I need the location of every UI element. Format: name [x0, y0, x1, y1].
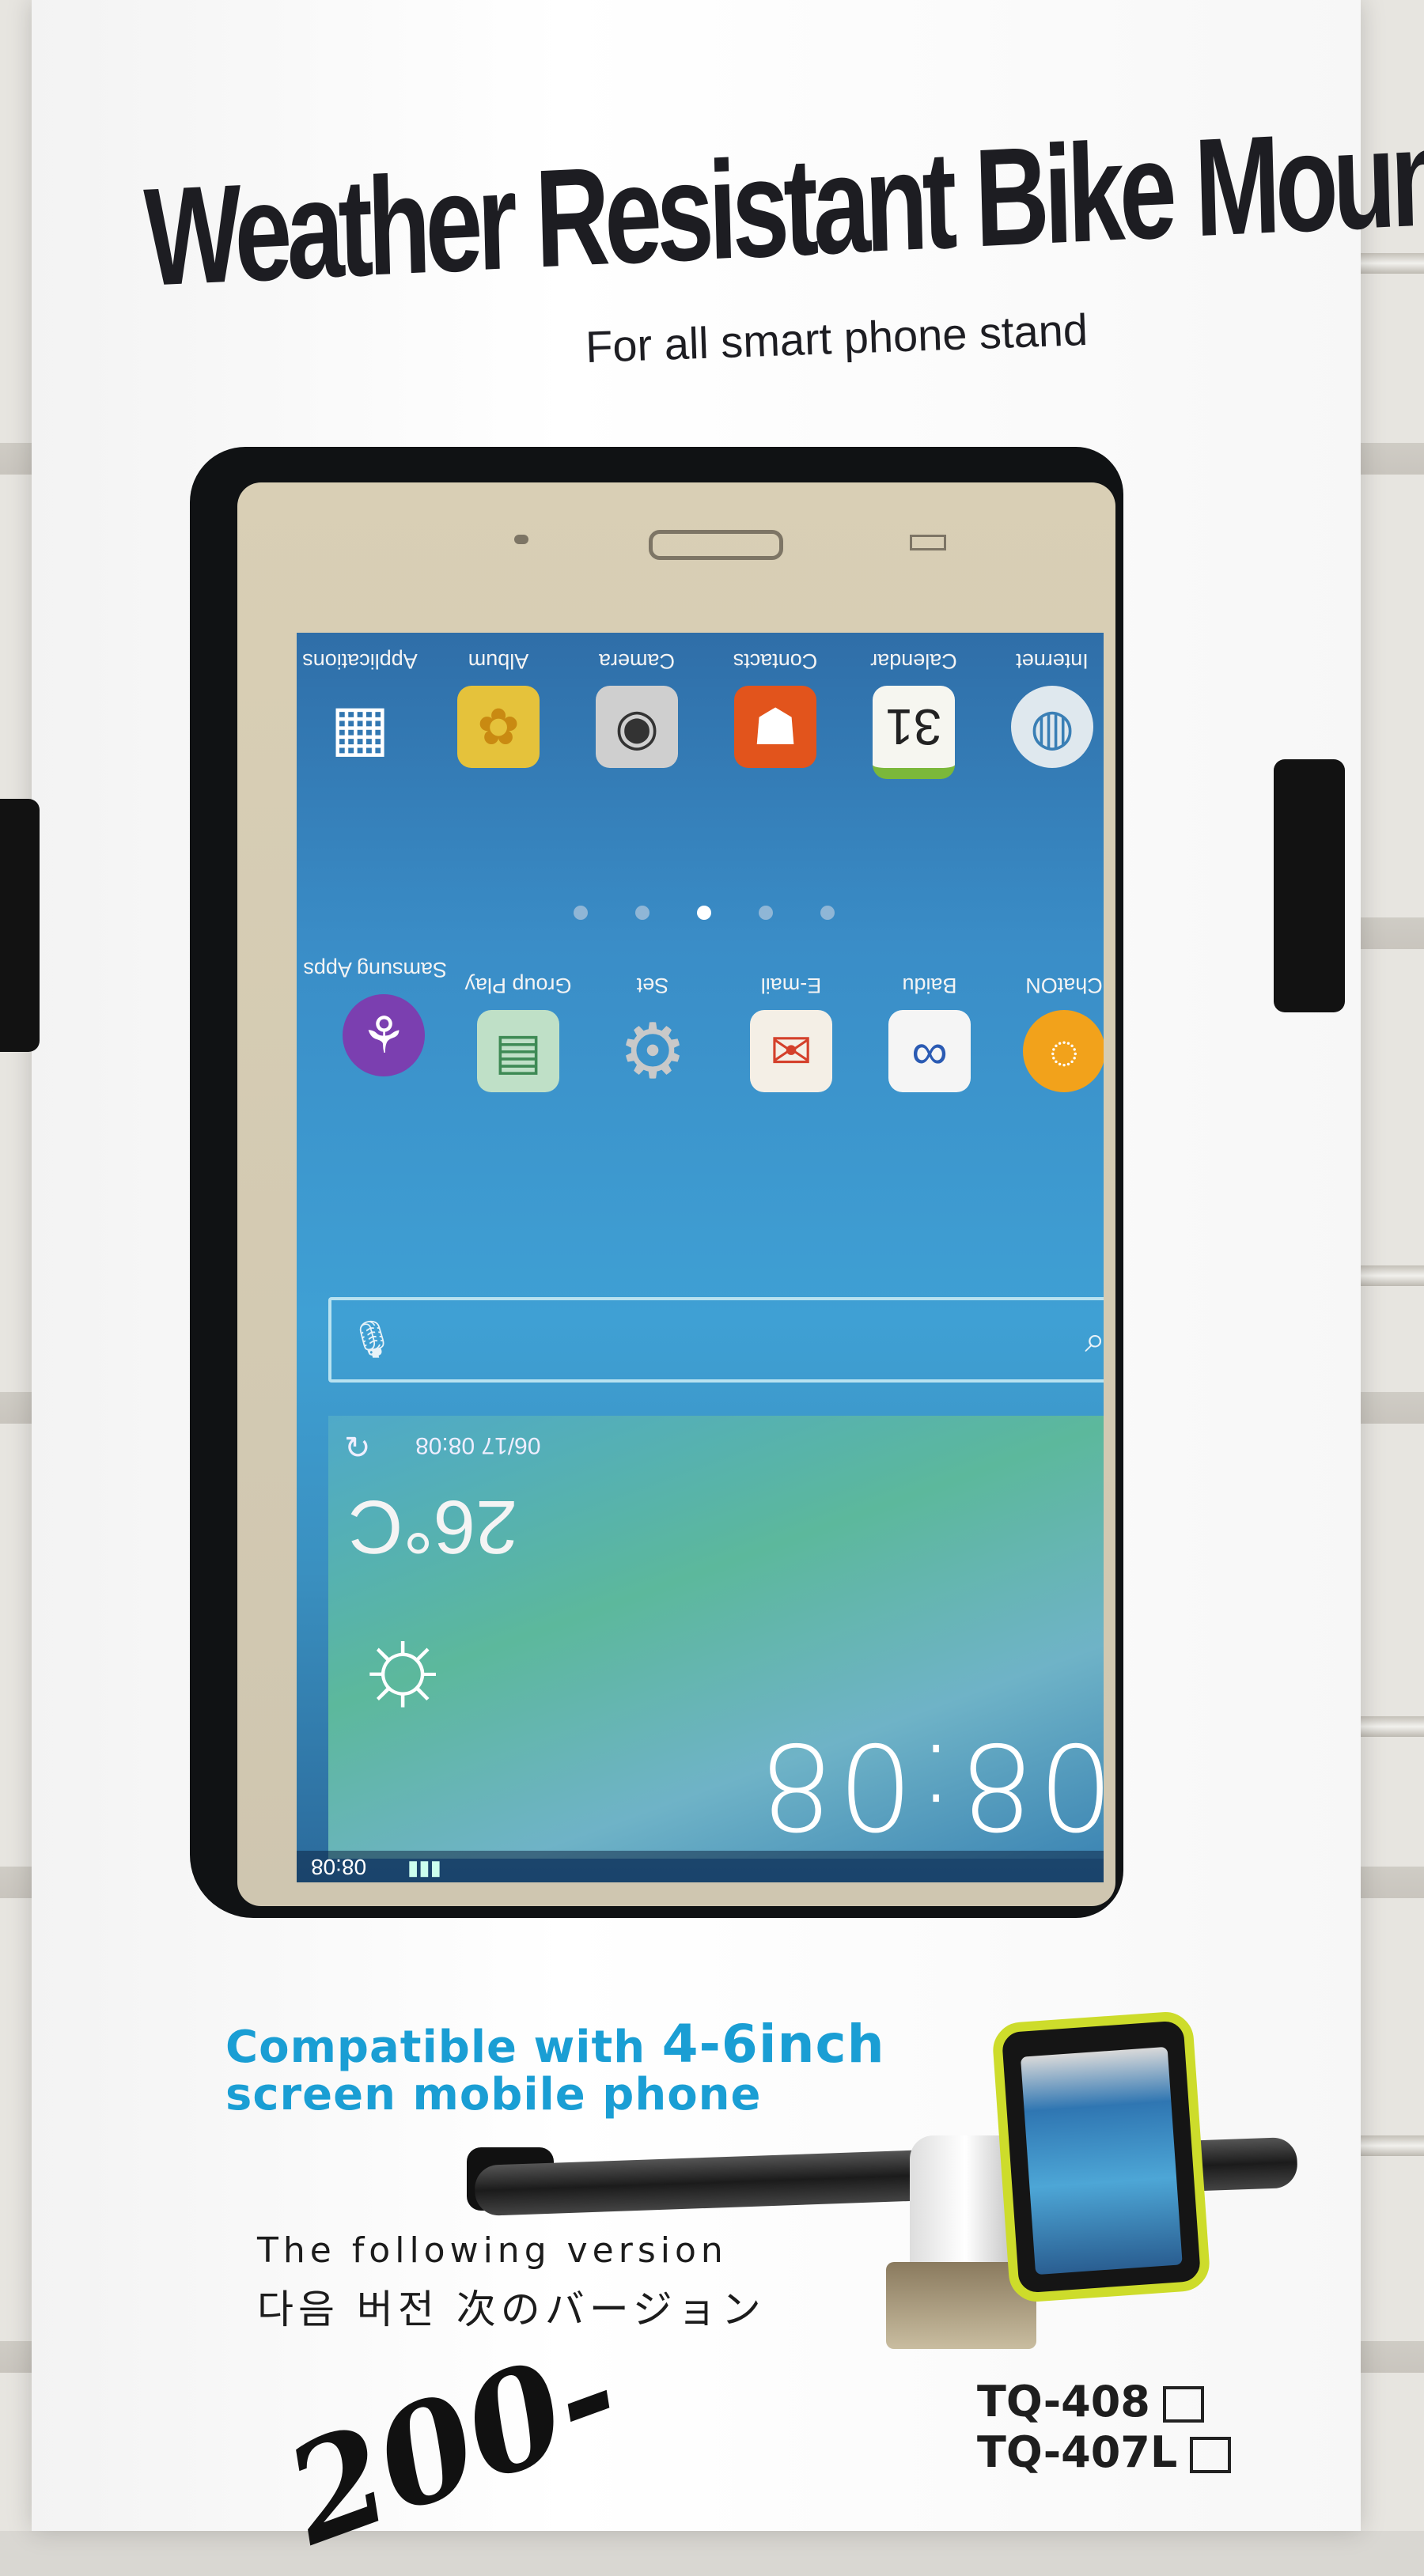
- album-icon: ✿: [457, 686, 540, 768]
- front-sensor: [910, 535, 946, 550]
- baidu-icon: ∞: [888, 1010, 971, 1092]
- weather-clock-widget: ↻ 06/17 08:08 26°C ☼ 08:08: [328, 1416, 1104, 1859]
- earpiece-speaker: [649, 530, 783, 560]
- app-album: Album ✿: [435, 649, 562, 768]
- app-camera: Camera ◉: [574, 649, 700, 768]
- phone-display: Applications ▦ Album ✿ Camera ◉ Contacts…: [237, 482, 1115, 1906]
- app-applications: Applications ▦: [297, 649, 423, 768]
- compat-line2: screen mobile phone: [225, 2069, 762, 2120]
- status-time: 08:08: [311, 1855, 367, 1879]
- compatibility-text: Compatible with 4-6inch screen mobile ph…: [225, 2018, 885, 2120]
- phone-pouch-illustration: [990, 2010, 1212, 2304]
- product-subtitle: For all smart phone stand: [585, 304, 1089, 373]
- email-icon: ✉: [750, 1010, 832, 1092]
- weather-temperature: 26°C: [348, 1485, 518, 1569]
- calendar-icon: 31: [873, 686, 955, 779]
- app-group-play: Group Play ▤: [455, 973, 581, 1092]
- search-icon: ⌕: [1085, 1318, 1104, 1360]
- app-baidu: Baidu ∞: [866, 973, 993, 1092]
- compat-size: 4-6inch: [661, 2014, 885, 2075]
- app-email: E-mail ✉: [728, 973, 854, 1092]
- app-internet: Internet ◍: [989, 649, 1104, 768]
- microphone-icon: 🎙: [349, 1318, 396, 1360]
- samsung-apps-icon: ⚘: [343, 994, 425, 1076]
- app-contacts: Contacts ☗: [712, 649, 839, 768]
- model-row: TQ-407L: [977, 2427, 1232, 2478]
- app-settings: Set ⚙: [589, 973, 716, 1094]
- proximity-sensor: [514, 535, 528, 544]
- pouch-phone-screen: [1020, 2046, 1183, 2275]
- weather-clock: 08:08: [756, 1716, 1104, 1854]
- app-chaton: ChatON ◌: [1001, 973, 1104, 1092]
- contacts-icon: ☗: [734, 686, 816, 768]
- following-version-text: The following version: [257, 2230, 728, 2271]
- grid-icon: ▦: [330, 691, 390, 762]
- app-calendar: Calendar 31: [850, 649, 977, 779]
- phone-screen: Applications ▦ Album ✿ Camera ◉ Contacts…: [297, 633, 1104, 1882]
- hang-slot-right: [1274, 759, 1345, 1012]
- hang-slot-left: [0, 799, 40, 1052]
- model-row: TQ-408: [977, 2377, 1231, 2427]
- model-list: TQ-408 TQ-407L: [977, 2377, 1232, 2478]
- model-label: TQ-407L: [977, 2427, 1178, 2477]
- page-dot: [635, 906, 650, 920]
- home-dot: [697, 906, 711, 920]
- compat-line1-prefix: Compatible with: [225, 2022, 662, 2073]
- app-samsung-apps: Samsung Apps ⚘: [303, 957, 447, 1076]
- camera-icon: ◉: [596, 686, 678, 768]
- page-dot: [759, 906, 773, 920]
- model-checkbox: [1190, 2437, 1232, 2474]
- following-version-cjk: 다음 버전 次のバージョン: [257, 2287, 766, 2332]
- chaton-icon: ◌: [1023, 1010, 1104, 1092]
- status-bar: 08:08 ▮▮▮: [297, 1851, 1104, 1882]
- search-widget: 🎙 ⌕: [328, 1297, 1104, 1383]
- page-dot: [574, 906, 588, 920]
- model-label: TQ-408: [977, 2377, 1150, 2427]
- model-checkbox: [1162, 2386, 1204, 2423]
- product-title: Weather Resistant Bike Mount: [142, 97, 1424, 316]
- page-indicator: [574, 906, 835, 920]
- globe-icon: ◍: [1011, 686, 1093, 768]
- refresh-icon: ↻: [344, 1431, 371, 1466]
- page-dot: [820, 906, 835, 920]
- signal-icon: ▮▮▮: [407, 1855, 441, 1879]
- sun-icon: ☼: [352, 1599, 454, 1723]
- weather-date: 06/17 08:08: [415, 1432, 541, 1458]
- group-play-icon: ▤: [477, 1010, 559, 1092]
- settings-icon: ⚙: [618, 1009, 687, 1094]
